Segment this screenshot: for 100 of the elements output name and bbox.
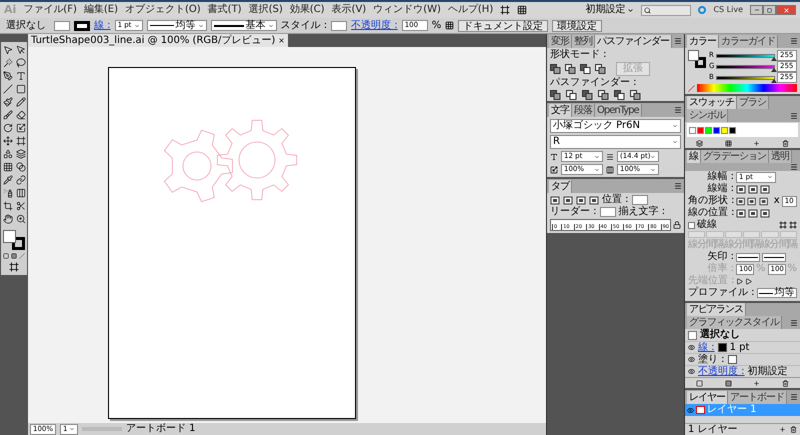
hand-icon[interactable] (2, 214, 12, 224)
scale-icon[interactable] (16, 123, 26, 133)
panel-menu-icon[interactable] (790, 318, 798, 326)
end-arrow-dropdown[interactable] (762, 252, 786, 262)
mesh-icon[interactable] (2, 162, 12, 172)
opacity-link[interactable]: 不透明度 : (351, 20, 398, 32)
round-join-icon[interactable] (747, 196, 757, 206)
settings-button[interactable]: ドキュメント設定 (458, 20, 548, 32)
direct-selection-icon[interactable] (16, 45, 26, 55)
dashed-checkbox[interactable] (688, 222, 695, 228)
delete-icon[interactable] (790, 426, 797, 433)
gradient-mode-icon[interactable] (11, 253, 17, 259)
pen-icon[interactable] (2, 71, 12, 81)
font-family-dropdown[interactable]: 小塚ゴシック Pr6N (550, 119, 681, 133)
menu-item[interactable]: 選択(S) (248, 4, 283, 16)
shape-builder-icon[interactable] (2, 149, 12, 159)
panel-tab[interactable]: 整列 (572, 35, 595, 48)
pathfinder-icon[interactable] (566, 90, 577, 100)
eyedropper-icon[interactable] (2, 175, 12, 185)
arrow-tip-icon[interactable] (736, 278, 743, 284)
menu-item[interactable]: 効果(C) (290, 4, 325, 16)
type-icon[interactable] (16, 71, 26, 81)
color-spectrum[interactable] (697, 84, 797, 92)
magic-wand-icon[interactable] (2, 58, 12, 68)
panel-menu-icon[interactable] (674, 182, 682, 190)
pathfinder-icon[interactable] (582, 90, 593, 100)
line-icon[interactable] (2, 84, 12, 94)
color-swatch[interactable] (689, 126, 696, 134)
dropdown-caret-icon[interactable] (627, 6, 634, 14)
artboard-icon[interactable] (2, 201, 12, 211)
butt-cap-icon[interactable] (736, 184, 746, 194)
add-effect-icon[interactable] (753, 380, 760, 386)
visibility-icon[interactable] (688, 356, 695, 363)
zoom-icon[interactable] (16, 214, 26, 224)
slice-icon[interactable] (16, 201, 26, 211)
delete-icon[interactable] (782, 140, 790, 146)
dash-field[interactable] (743, 231, 760, 238)
none-swatch-icon[interactable] (688, 84, 695, 92)
pathfinder-icon[interactable] (630, 90, 641, 100)
menu-item[interactable]: 表示(V) (332, 4, 366, 16)
menu-item[interactable]: 編集(E) (84, 4, 118, 16)
panel-tab[interactable]: 変形 (549, 35, 572, 48)
dash-field[interactable] (706, 231, 724, 238)
visibility-icon[interactable] (688, 368, 695, 375)
panel-tab[interactable]: シンボル (687, 109, 728, 122)
panel-menu-icon[interactable] (790, 37, 798, 45)
graph-icon[interactable] (16, 188, 26, 198)
visibility-icon[interactable] (688, 344, 695, 351)
dash-field[interactable] (688, 231, 706, 238)
panel-tab[interactable]: スウォッチ (687, 96, 737, 109)
dash-field[interactable] (780, 231, 797, 238)
close-icon[interactable] (278, 37, 286, 44)
square-cap-icon[interactable] (760, 184, 770, 194)
panel-tab[interactable]: ブラシ (737, 96, 769, 109)
panel-tab[interactable]: 線 (687, 150, 701, 163)
delete-icon[interactable] (782, 380, 790, 386)
fill-swatch[interactable] (54, 20, 70, 30)
arrange-documents-icon[interactable] (517, 5, 528, 15)
align-center-icon[interactable] (736, 208, 746, 218)
cs-live-button[interactable]: CS Live (713, 4, 743, 16)
color-swatch[interactable] (721, 126, 728, 134)
color-swatch[interactable] (713, 126, 720, 134)
panel-menu-icon[interactable] (790, 163, 798, 171)
position-field[interactable] (632, 195, 648, 205)
dash-field[interactable] (724, 231, 742, 238)
menu-item[interactable]: ファイル(F) (23, 4, 77, 16)
new-swatch-icon[interactable] (753, 140, 760, 146)
menu-item[interactable]: オブジェクト(O) (124, 4, 201, 16)
menu-item[interactable]: 書式(T) (208, 4, 242, 16)
pathfinder-icon[interactable] (595, 64, 606, 74)
pathfinder-icon[interactable] (598, 90, 609, 100)
stroke-swatch[interactable] (74, 20, 90, 30)
arrow-end-icon[interactable] (745, 278, 752, 284)
minimize-button[interactable] (750, 5, 763, 15)
panel-tab[interactable]: グラフィックスタイル (687, 316, 782, 329)
workspace-dropdown[interactable]: 初期設定 (585, 4, 634, 16)
new-fill-icon[interactable] (724, 380, 732, 386)
profile-dropdown[interactable]: 均等 (756, 288, 797, 298)
panel-tab[interactable]: グラデーション (701, 150, 769, 163)
settings-button[interactable]: 環境設定 (552, 20, 602, 32)
rotate-icon[interactable] (2, 123, 12, 133)
pencil-icon[interactable] (16, 97, 26, 107)
menu-item[interactable]: ヘルプ(H) (448, 4, 494, 16)
brush-dropdown[interactable]: 基本 (210, 20, 277, 31)
menu-item[interactable]: ウィンドウ(W) (373, 4, 441, 16)
paintbrush-icon[interactable] (2, 97, 12, 107)
pathfinder-icon[interactable] (580, 64, 591, 74)
panel-tab[interactable]: 文字 (549, 104, 572, 117)
color-swatch[interactable] (729, 126, 736, 134)
maximize-button[interactable] (763, 5, 776, 15)
panel-tab[interactable]: カラーガイド (719, 35, 778, 48)
stroke-swatch[interactable] (718, 343, 727, 352)
dash-field[interactable] (761, 231, 779, 238)
start-arrow-dropdown[interactable] (736, 252, 760, 262)
pathfinder-icon[interactable] (614, 90, 625, 100)
new-stroke-icon[interactable] (696, 380, 703, 386)
lasso-icon[interactable] (16, 58, 26, 68)
fill-stroke-swatches[interactable] (3, 230, 25, 250)
visibility-icon[interactable] (687, 406, 694, 414)
dropdown-caret-icon[interactable] (650, 154, 656, 160)
